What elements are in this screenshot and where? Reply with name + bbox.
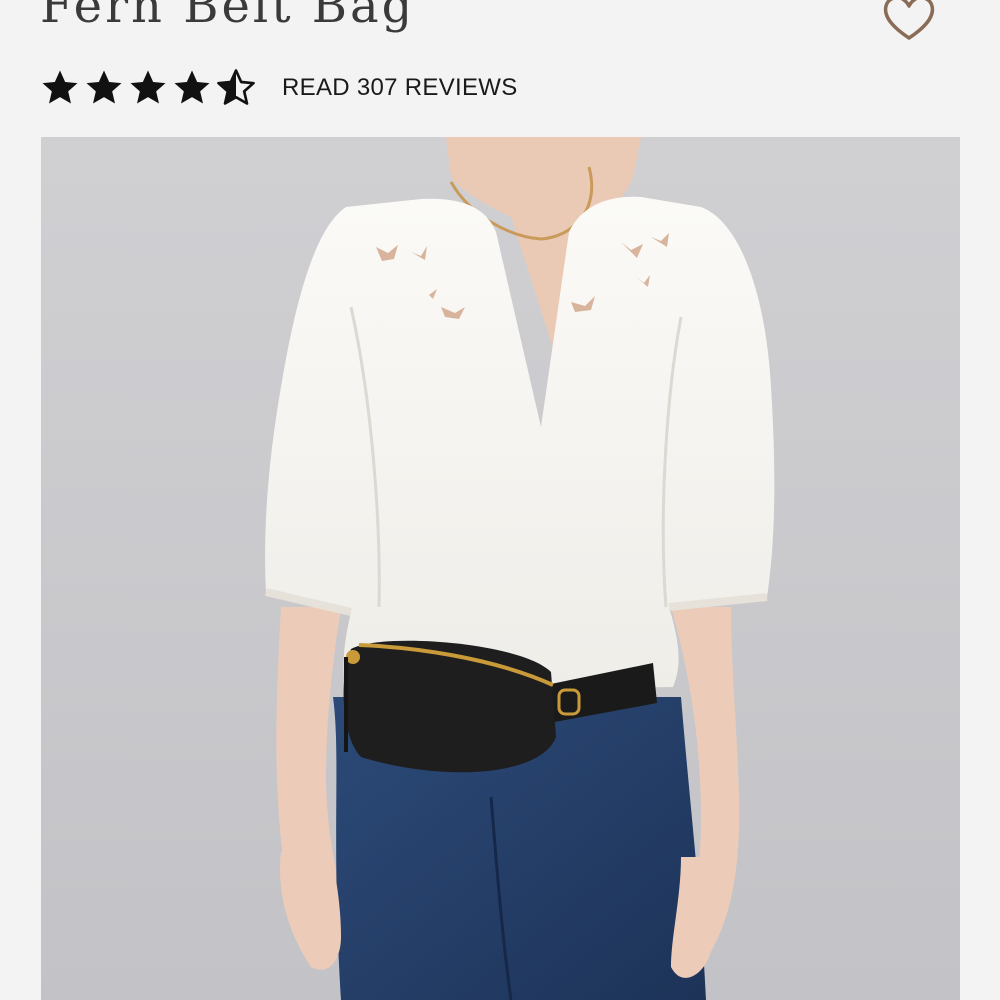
star-filled-icon xyxy=(86,70,122,104)
star-filled-icon xyxy=(130,70,166,104)
read-reviews-link[interactable]: READ 307 REVIEWS xyxy=(282,74,518,102)
add-to-wishlist-button[interactable] xyxy=(880,0,938,42)
star-half-icon xyxy=(217,69,255,105)
product-image[interactable] xyxy=(41,137,960,1000)
star-rating xyxy=(40,68,256,108)
star-filled-icon xyxy=(42,70,78,104)
heart-outline-icon xyxy=(883,0,935,40)
rating-row: READ 307 REVIEWS xyxy=(40,64,518,112)
star-filled-icon xyxy=(174,70,210,104)
product-title: Fern Belt Bag xyxy=(40,0,416,34)
